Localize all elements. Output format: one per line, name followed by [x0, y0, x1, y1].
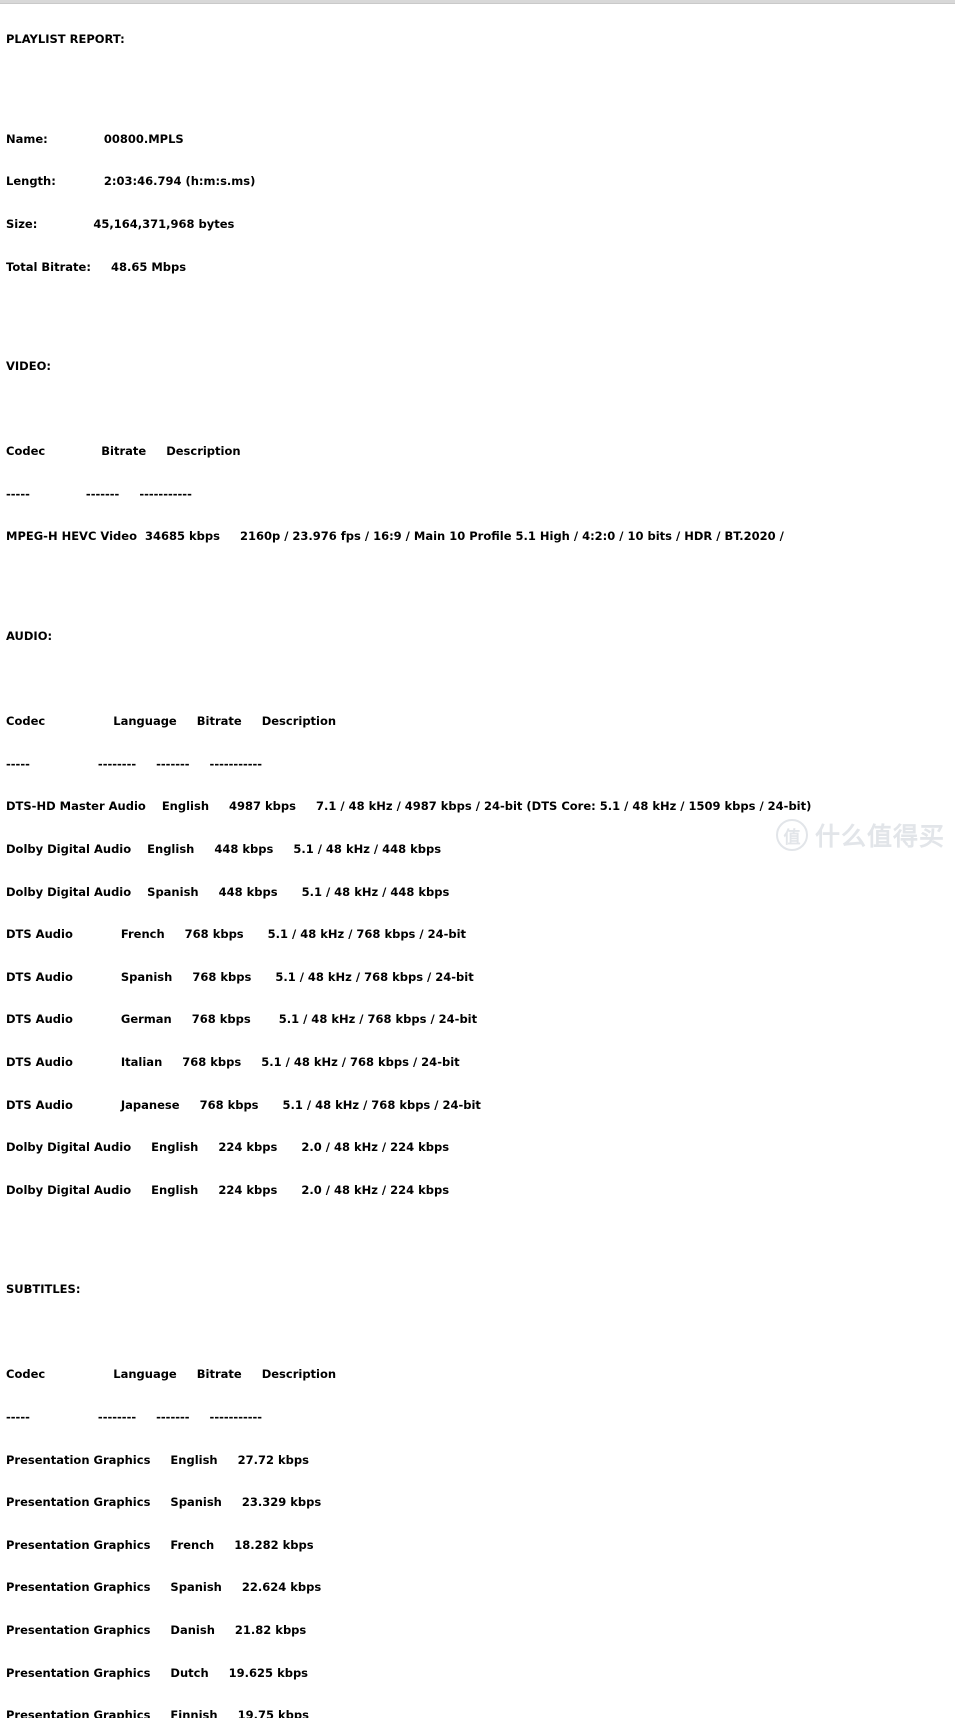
audio-track-row: DTS Audio French 768 kbps 5.1 / 48 kHz /…	[6, 927, 467, 942]
video-table-separator: ----- ------- -----------	[6, 486, 192, 501]
summary-row-name: Name: 00800.MPLS	[6, 131, 184, 146]
video-section-title: VIDEO:	[6, 359, 51, 374]
subtitle-track-row: Presentation Graphics Dutch 19.625 kbps	[6, 1665, 309, 1680]
audio-section-title: AUDIO:	[6, 628, 53, 643]
audio-track-row: DTS Audio Japanese 768 kbps 5.1 / 48 kHz…	[6, 1097, 481, 1112]
subtitles-table-separator: ----- -------- ------- -----------	[6, 1410, 263, 1424]
audio-track-row: DTS Audio Spanish 768 kbps 5.1 / 48 kHz …	[6, 969, 474, 984]
video-table-header: Codec Bitrate Description	[6, 444, 241, 459]
audio-table-separator: ----- -------- ------- -----------	[6, 756, 263, 771]
summary-row-size: Size: 45,164,371,968 bytes	[6, 217, 235, 232]
subtitle-track-row: Presentation Graphics Danish 21.82 kbps	[6, 1623, 307, 1638]
audio-track-row: Dolby Digital Audio English 224 kbps 2.0…	[6, 1182, 450, 1197]
subtitle-track-row: Presentation Graphics Spanish 22.624 kbp…	[6, 1580, 322, 1595]
audio-track-row: DTS Audio Italian 768 kbps 5.1 / 48 kHz …	[6, 1054, 460, 1069]
audio-table-header: Codec Language Bitrate Description	[6, 714, 337, 729]
subtitle-track-row: Presentation Graphics French 18.282 kbps	[6, 1537, 314, 1552]
audio-track-row: Dolby Digital Audio English 448 kbps 5.1…	[6, 841, 442, 856]
subtitle-track-row: Presentation Graphics Finnish 19.75 kbps	[6, 1708, 309, 1718]
report-title: PLAYLIST REPORT:	[6, 32, 125, 47]
subtitle-track-row: Presentation Graphics Spanish 23.329 kbp…	[6, 1495, 322, 1510]
summary-row-total-bitrate: Total Bitrate: 48.65 Mbps	[6, 259, 187, 274]
audio-track-row: Dolby Digital Audio English 224 kbps 2.0…	[6, 1140, 450, 1155]
audio-track-row: Dolby Digital Audio Spanish 448 kbps 5.1…	[6, 884, 450, 899]
subtitles-table-header: Codec Language Bitrate Description	[6, 1367, 337, 1382]
subtitles-section-title: SUBTITLES:	[6, 1282, 81, 1297]
summary-row-length: Length: 2:03:46.794 (h:m:s.ms)	[6, 174, 256, 189]
playlist-report-text: PLAYLIST REPORT: Name: 00800.MPLS Length…	[6, 4, 955, 1718]
audio-track-row: DTS Audio German 768 kbps 5.1 / 48 kHz /…	[6, 1012, 478, 1027]
audio-track-row: DTS-HD Master Audio English 4987 kbps 7.…	[6, 799, 812, 814]
subtitle-track-row: Presentation Graphics English 27.72 kbps	[6, 1452, 309, 1467]
video-track-row: MPEG-H HEVC Video 34685 kbps 2160p / 23.…	[6, 529, 784, 544]
